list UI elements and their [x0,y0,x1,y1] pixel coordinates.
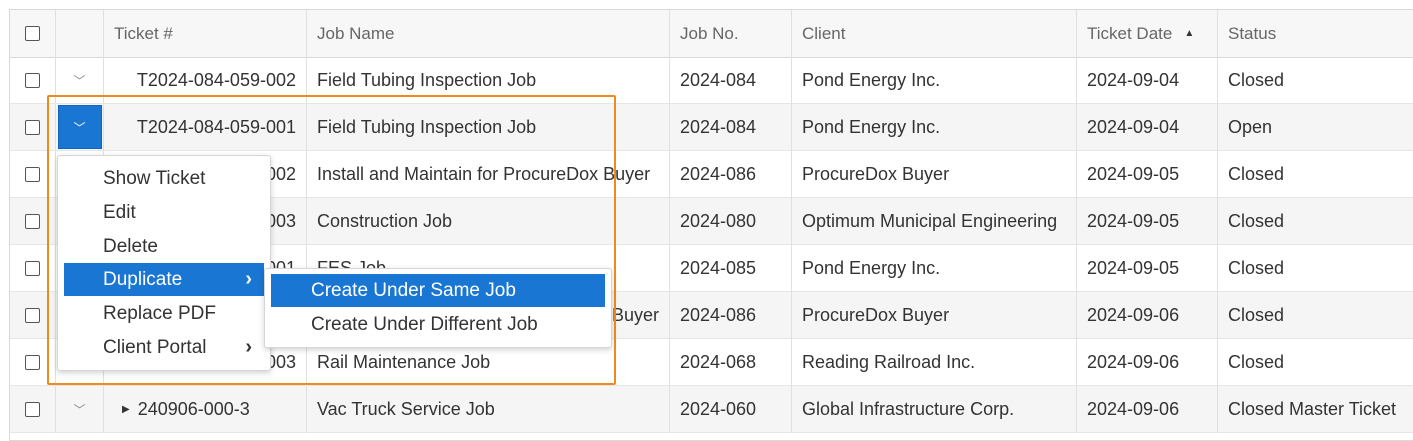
header-client[interactable]: Client [792,10,1077,57]
header-job-name-label: Job Name [317,23,395,43]
job-name: Construction Job [307,198,670,245]
row-checkbox[interactable] [25,354,40,370]
ticket-date: 2024-09-06 [1077,386,1218,433]
client-name: Optimum Municipal Engineering [792,198,1077,245]
ticket-status: Open [1218,104,1413,151]
row-select-cell [10,151,56,198]
row-select-cell [10,198,56,245]
menu-edit[interactable]: Edit [64,196,264,229]
job-number: 2024-085 [670,245,792,292]
header-ticket-label: Ticket # [114,23,173,43]
job-name: Install and Maintain for ProcureDox Buye… [307,151,670,198]
ticket-date: 2024-09-06 [1077,339,1218,386]
row-checkbox[interactable] [25,166,40,182]
header-job-name[interactable]: Job Name [307,10,670,57]
row-expand-cell: ﹀ [56,57,104,104]
ticket-status: Closed [1218,151,1413,198]
job-number: 2024-086 [670,151,792,198]
ticket-date: 2024-09-04 [1077,57,1218,104]
client-name: ProcureDox Buyer [792,292,1077,339]
ticket-date: 2024-09-05 [1077,245,1218,292]
chevron-right-icon: › [245,268,252,290]
menu-client-portal-label: Client Portal [103,336,207,358]
row-select-cell [10,386,56,433]
header-job-no[interactable]: Job No. [670,10,792,57]
header-job-no-label: Job No. [680,23,739,43]
ticket-date: 2024-09-06 [1077,292,1218,339]
ticket-number: T2024-084-059-002 [104,57,307,104]
menu-duplicate[interactable]: Duplicate › [64,263,264,296]
job-name: Field Tubing Inspection Job [307,57,670,104]
row-checkbox[interactable] [25,307,40,323]
ticket-date: 2024-09-05 [1077,151,1218,198]
caret-right-icon[interactable]: ▶ [122,404,130,415]
job-number: 2024-060 [670,386,792,433]
ticket-number-cell: ▶ 240906-000-3 [104,386,307,433]
menu-duplicate-label: Duplicate [103,268,183,290]
client-name: Pond Energy Inc. [792,104,1077,151]
menu-replace-pdf[interactable]: Replace PDF [64,297,264,330]
menu-client-portal[interactable]: Client Portal › [64,331,264,364]
client-name: Reading Railroad Inc. [792,339,1077,386]
header-client-label: Client [802,23,846,43]
job-name: Field Tubing Inspection Job [307,104,670,151]
client-name: Pond Energy Inc. [792,245,1077,292]
duplicate-submenu: Create Under Same Job Create Under Diffe… [264,268,612,348]
chevron-down-icon[interactable]: ﹀ [57,105,102,149]
row-checkbox[interactable] [25,401,40,417]
ticket-status: Closed Master Ticket [1218,386,1413,433]
submenu-create-different-job[interactable]: Create Under Different Job [271,308,605,341]
row-select-cell [10,292,56,339]
ticket-date: 2024-09-04 [1077,104,1218,151]
header-status-label: Status [1228,23,1277,43]
select-all-checkbox[interactable] [25,26,40,41]
job-number: 2024-086 [670,292,792,339]
ticket-date: 2024-09-05 [1077,198,1218,245]
row-checkbox[interactable] [25,72,40,88]
ticket-status: Closed [1218,198,1413,245]
submenu-create-same-job[interactable]: Create Under Same Job [271,274,605,307]
header-select-all[interactable] [10,10,56,57]
chevron-right-icon: › [245,336,252,358]
grid-header: Ticket # Job Name Job No. Client Ticket … [10,10,1413,58]
header-ticket-date-label: Ticket Date [1087,23,1173,43]
table-row[interactable]: ﹀ T2024-084-059-001 Field Tubing Inspect… [10,104,1413,151]
row-expand-cell: ﹀ [56,104,104,151]
client-name: Pond Energy Inc. [792,57,1077,104]
header-status[interactable]: Status [1218,10,1413,57]
client-name: Global Infrastructure Corp. [792,386,1077,433]
job-number: 2024-080 [670,198,792,245]
table-row[interactable]: ﹀ ▶ 240906-000-3 Vac Truck Service Job 20… [10,386,1413,433]
job-number: 2024-084 [670,104,792,151]
row-select-cell [10,339,56,386]
job-number: 2024-068 [670,339,792,386]
ticket-status: Closed [1218,57,1413,104]
menu-show-ticket[interactable]: Show Ticket [64,162,264,195]
chevron-down-icon[interactable]: ﹀ [58,58,102,102]
row-checkbox[interactable] [25,260,40,276]
header-ticket[interactable]: Ticket # [104,10,307,57]
table-row[interactable]: ﹀ T2024-084-059-002 Field Tubing Inspect… [10,57,1413,104]
row-checkbox[interactable] [25,213,40,229]
sort-ascending-icon: ▲ [1184,28,1195,39]
row-checkbox[interactable] [25,119,40,135]
job-number: 2024-084 [670,57,792,104]
ticket-status: Closed [1218,245,1413,292]
row-select-cell [10,245,56,292]
chevron-down-icon[interactable]: ﹀ [58,387,102,431]
context-menu: Show Ticket Edit Delete Duplicate › Repl… [57,155,271,371]
row-select-cell [10,57,56,104]
row-expand-cell: ﹀ [56,386,104,433]
ticket-status: Closed [1218,292,1413,339]
ticket-number: T2024-084-059-001 [104,104,307,151]
job-name: Vac Truck Service Job [307,386,670,433]
header-ticket-date[interactable]: Ticket Date ▲ [1077,10,1218,57]
row-select-cell [10,104,56,151]
menu-delete[interactable]: Delete [64,230,264,263]
ticket-number: 240906-000-3 [137,398,250,419]
header-expand [56,10,104,57]
client-name: ProcureDox Buyer [792,151,1077,198]
ticket-status: Closed [1218,339,1413,386]
